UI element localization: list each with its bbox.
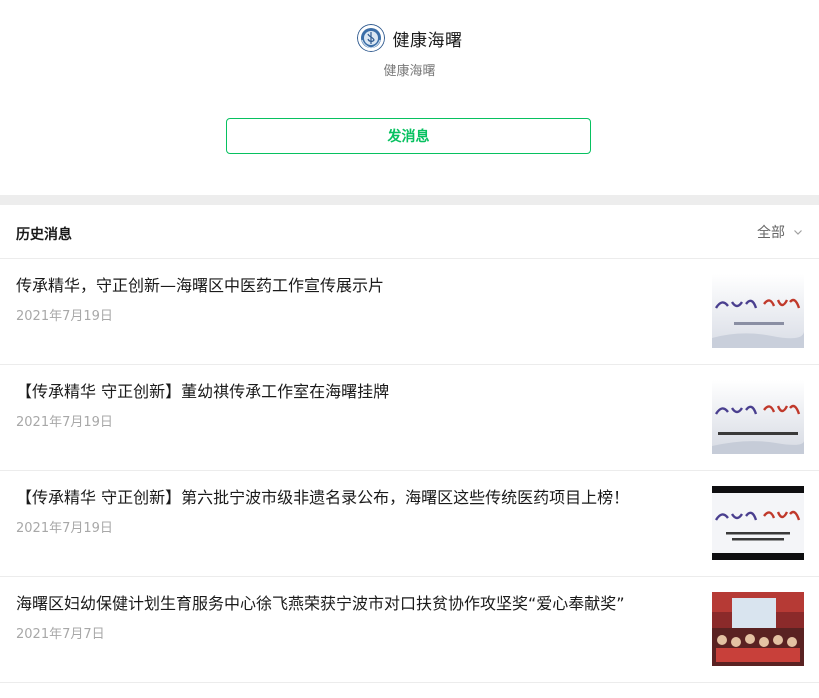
profile-header: 健康海曙 <box>0 22 819 54</box>
article-item[interactable]: 传承精华，守正创新—海曙区中医药工作宣传展示片 2021年7月19日 <box>0 259 819 365</box>
article-item[interactable]: 【传承精华 守正创新】第六批宁波市级非遗名录公布，海曙区这些传统医药项目上榜！ … <box>0 471 819 577</box>
history-header: 历史消息 全部 <box>0 205 819 259</box>
article-title: 传承精华，守正创新—海曙区中医药工作宣传展示片 <box>16 276 385 295</box>
article-date: 2021年7月19日 <box>16 521 113 536</box>
article-item[interactable]: 海曙区妇幼保健计划生育服务中心徐飞燕荣获宁波市对口扶贫协作攻坚奖“爱心奉献奖” … <box>0 577 819 683</box>
profile-section: 健康海曙 健康海曙 发消息 <box>0 0 819 195</box>
article-title: 【传承精华 守正创新】第六批宁波市级非遗名录公布，海曙区这些传统医药项目上榜！ <box>16 488 630 507</box>
article-date: 2021年7月7日 <box>16 627 105 642</box>
article-list: 传承精华，守正创新—海曙区中医药工作宣传展示片 2021年7月19日 【传承精华… <box>0 259 819 683</box>
article-title: 海曙区妇幼保健计划生育服务中心徐飞燕荣获宁波市对口扶贫协作攻坚奖“爱心奉献奖” <box>16 594 625 613</box>
history-title: 历史消息 <box>16 227 72 243</box>
section-divider <box>0 195 819 205</box>
article-thumbnail[interactable] <box>712 380 804 454</box>
article-thumbnail[interactable] <box>712 486 804 560</box>
account-name: 健康海曙 <box>392 30 463 51</box>
article-thumbnail[interactable] <box>712 274 804 348</box>
article-thumbnail[interactable] <box>712 592 804 666</box>
article-date: 2021年7月19日 <box>16 309 113 324</box>
account-logo-icon[interactable] <box>356 24 385 52</box>
filter-label: 全部 <box>757 225 785 241</box>
article-item[interactable]: 【传承精华 守正创新】董幼祺传承工作室在海曙挂牌 2021年7月19日 <box>0 365 819 471</box>
article-date: 2021年7月19日 <box>16 415 113 430</box>
chevron-down-icon <box>794 230 802 235</box>
account-subtitle: 健康海曙 <box>383 64 436 79</box>
send-message-button[interactable]: 发消息 <box>226 118 591 154</box>
article-title: 【传承精华 守正创新】董幼祺传承工作室在海曙挂牌 <box>16 382 390 401</box>
filter-dropdown[interactable]: 全部 <box>757 222 803 242</box>
